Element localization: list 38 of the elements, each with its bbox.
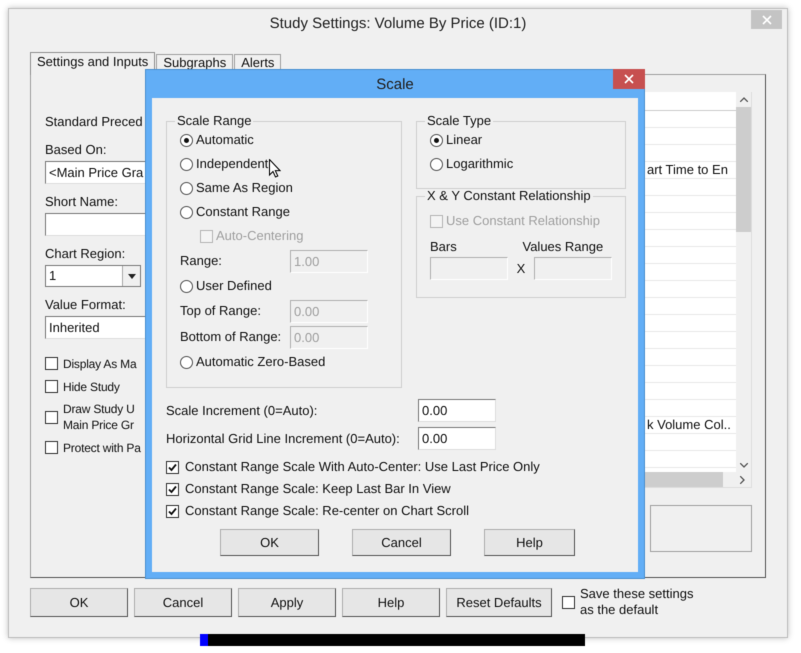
checkbox-label: Constant Range Scale: Keep Last Bar In View xyxy=(185,481,451,497)
group-title: Scale Type xyxy=(426,114,492,128)
multiply-sign: X xyxy=(516,260,526,276)
radio-label: Independent xyxy=(196,156,268,172)
field-label: Chart Region: xyxy=(45,246,126,262)
field-label: Value Format: xyxy=(45,297,126,313)
list-cell-text: k Volume Col.. xyxy=(646,417,731,433)
radio-label: User Defined xyxy=(196,278,272,294)
checkbox-label: Use Constant Relationship xyxy=(446,213,600,229)
field-label: Top of Range: xyxy=(180,303,262,319)
field-label: Based On: xyxy=(45,142,106,158)
checkbox-label: Hide Study xyxy=(63,378,120,394)
dialog-title: Scale xyxy=(376,76,414,92)
field-label: Bottom of Range: xyxy=(180,329,282,345)
field-label: Bars xyxy=(430,239,458,255)
field-label: Horizontal Grid Line Increment (0=Auto): xyxy=(166,430,401,446)
field-label: Values Range xyxy=(522,239,604,255)
field-label: Short Name: xyxy=(45,194,118,210)
field-label: Range: xyxy=(180,253,223,269)
list-cell-text: art Time to En xyxy=(646,162,728,178)
field-label: Scale Increment (0=Auto): xyxy=(166,402,318,418)
checkbox-label: Constant Range Scale: Re-center on Chart Scroll xyxy=(185,503,469,519)
checkbox-label: Save these settings as the default xyxy=(580,586,694,618)
checkbox-label: Draw Study U Main Price Gr xyxy=(63,401,135,433)
checkbox-label: Protect with Pa xyxy=(63,440,141,456)
radio-label: Linear xyxy=(446,132,482,148)
radio-label: Automatic Zero-Based xyxy=(196,354,326,370)
checkbox-label: Auto-Centering xyxy=(216,228,304,244)
radio-label: Automatic xyxy=(196,132,254,148)
window-title: Study Settings: Volume By Price (ID:1) xyxy=(270,15,526,32)
checkbox-label: Display As Ma xyxy=(63,356,136,372)
radio-label: Logarithmic xyxy=(446,156,514,172)
group-title: Scale Range xyxy=(176,114,252,128)
group-title: X & Y Constant Relationship xyxy=(426,189,592,203)
checkbox-label: Constant Range Scale With Auto-Center: Use Last Price Only xyxy=(185,459,540,475)
section-label: Standard Preced xyxy=(45,114,143,130)
radio-label: Constant Range xyxy=(196,204,290,220)
radio-label: Same As Region xyxy=(196,180,293,196)
